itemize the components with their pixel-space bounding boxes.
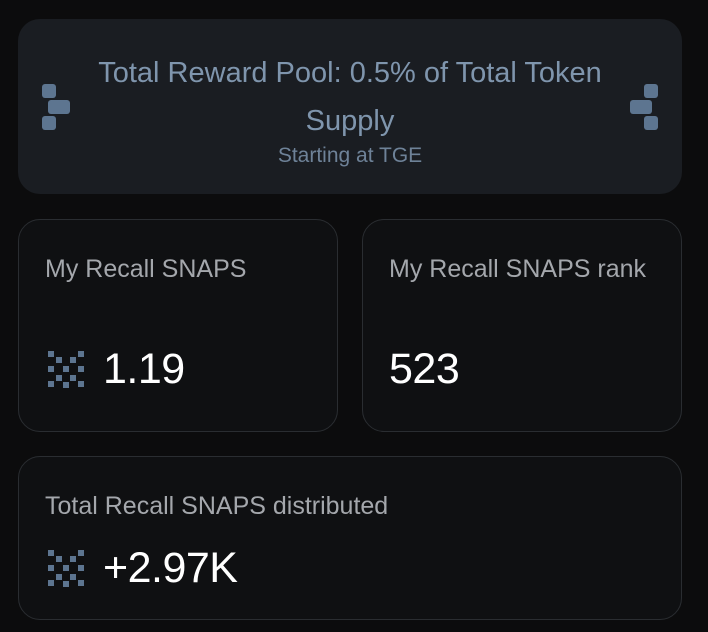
total-distributed-value-row: +2.97K: [45, 543, 238, 593]
reward-pool-banner: Total Reward Pool: 0.5% of Total Token S…: [18, 19, 682, 194]
puzzle-piece-icon: [42, 84, 70, 130]
my-snaps-label: My Recall SNAPS: [45, 255, 247, 283]
total-distributed-card: Total Recall SNAPS distributed +2.97K: [18, 456, 682, 620]
my-snaps-card: My Recall SNAPS 1.19: [18, 219, 338, 432]
snaps-token-icon: [48, 351, 84, 388]
my-rank-value: 523: [389, 345, 460, 393]
reward-pool-subtitle: Starting at TGE: [277, 144, 423, 167]
my-snaps-value: 1.19: [103, 345, 185, 393]
my-snaps-value-row: 1.19: [45, 344, 185, 394]
total-distributed-label: Total Recall SNAPS distributed: [45, 492, 389, 520]
total-distributed-value: +2.97K: [103, 544, 238, 592]
reward-pool-title: Total Reward Pool: 0.5% of Total Token S…: [98, 57, 602, 137]
my-rank-value-row: 523: [389, 344, 460, 394]
my-rank-label: My Recall SNAPS rank: [389, 255, 647, 283]
snaps-token-icon: [48, 550, 84, 587]
puzzle-piece-icon: [630, 84, 658, 130]
my-rank-card: My Recall SNAPS rank 523: [362, 219, 682, 432]
rewards-summary-panel: Total Reward Pool: 0.5% of Total Token S…: [0, 0, 708, 632]
